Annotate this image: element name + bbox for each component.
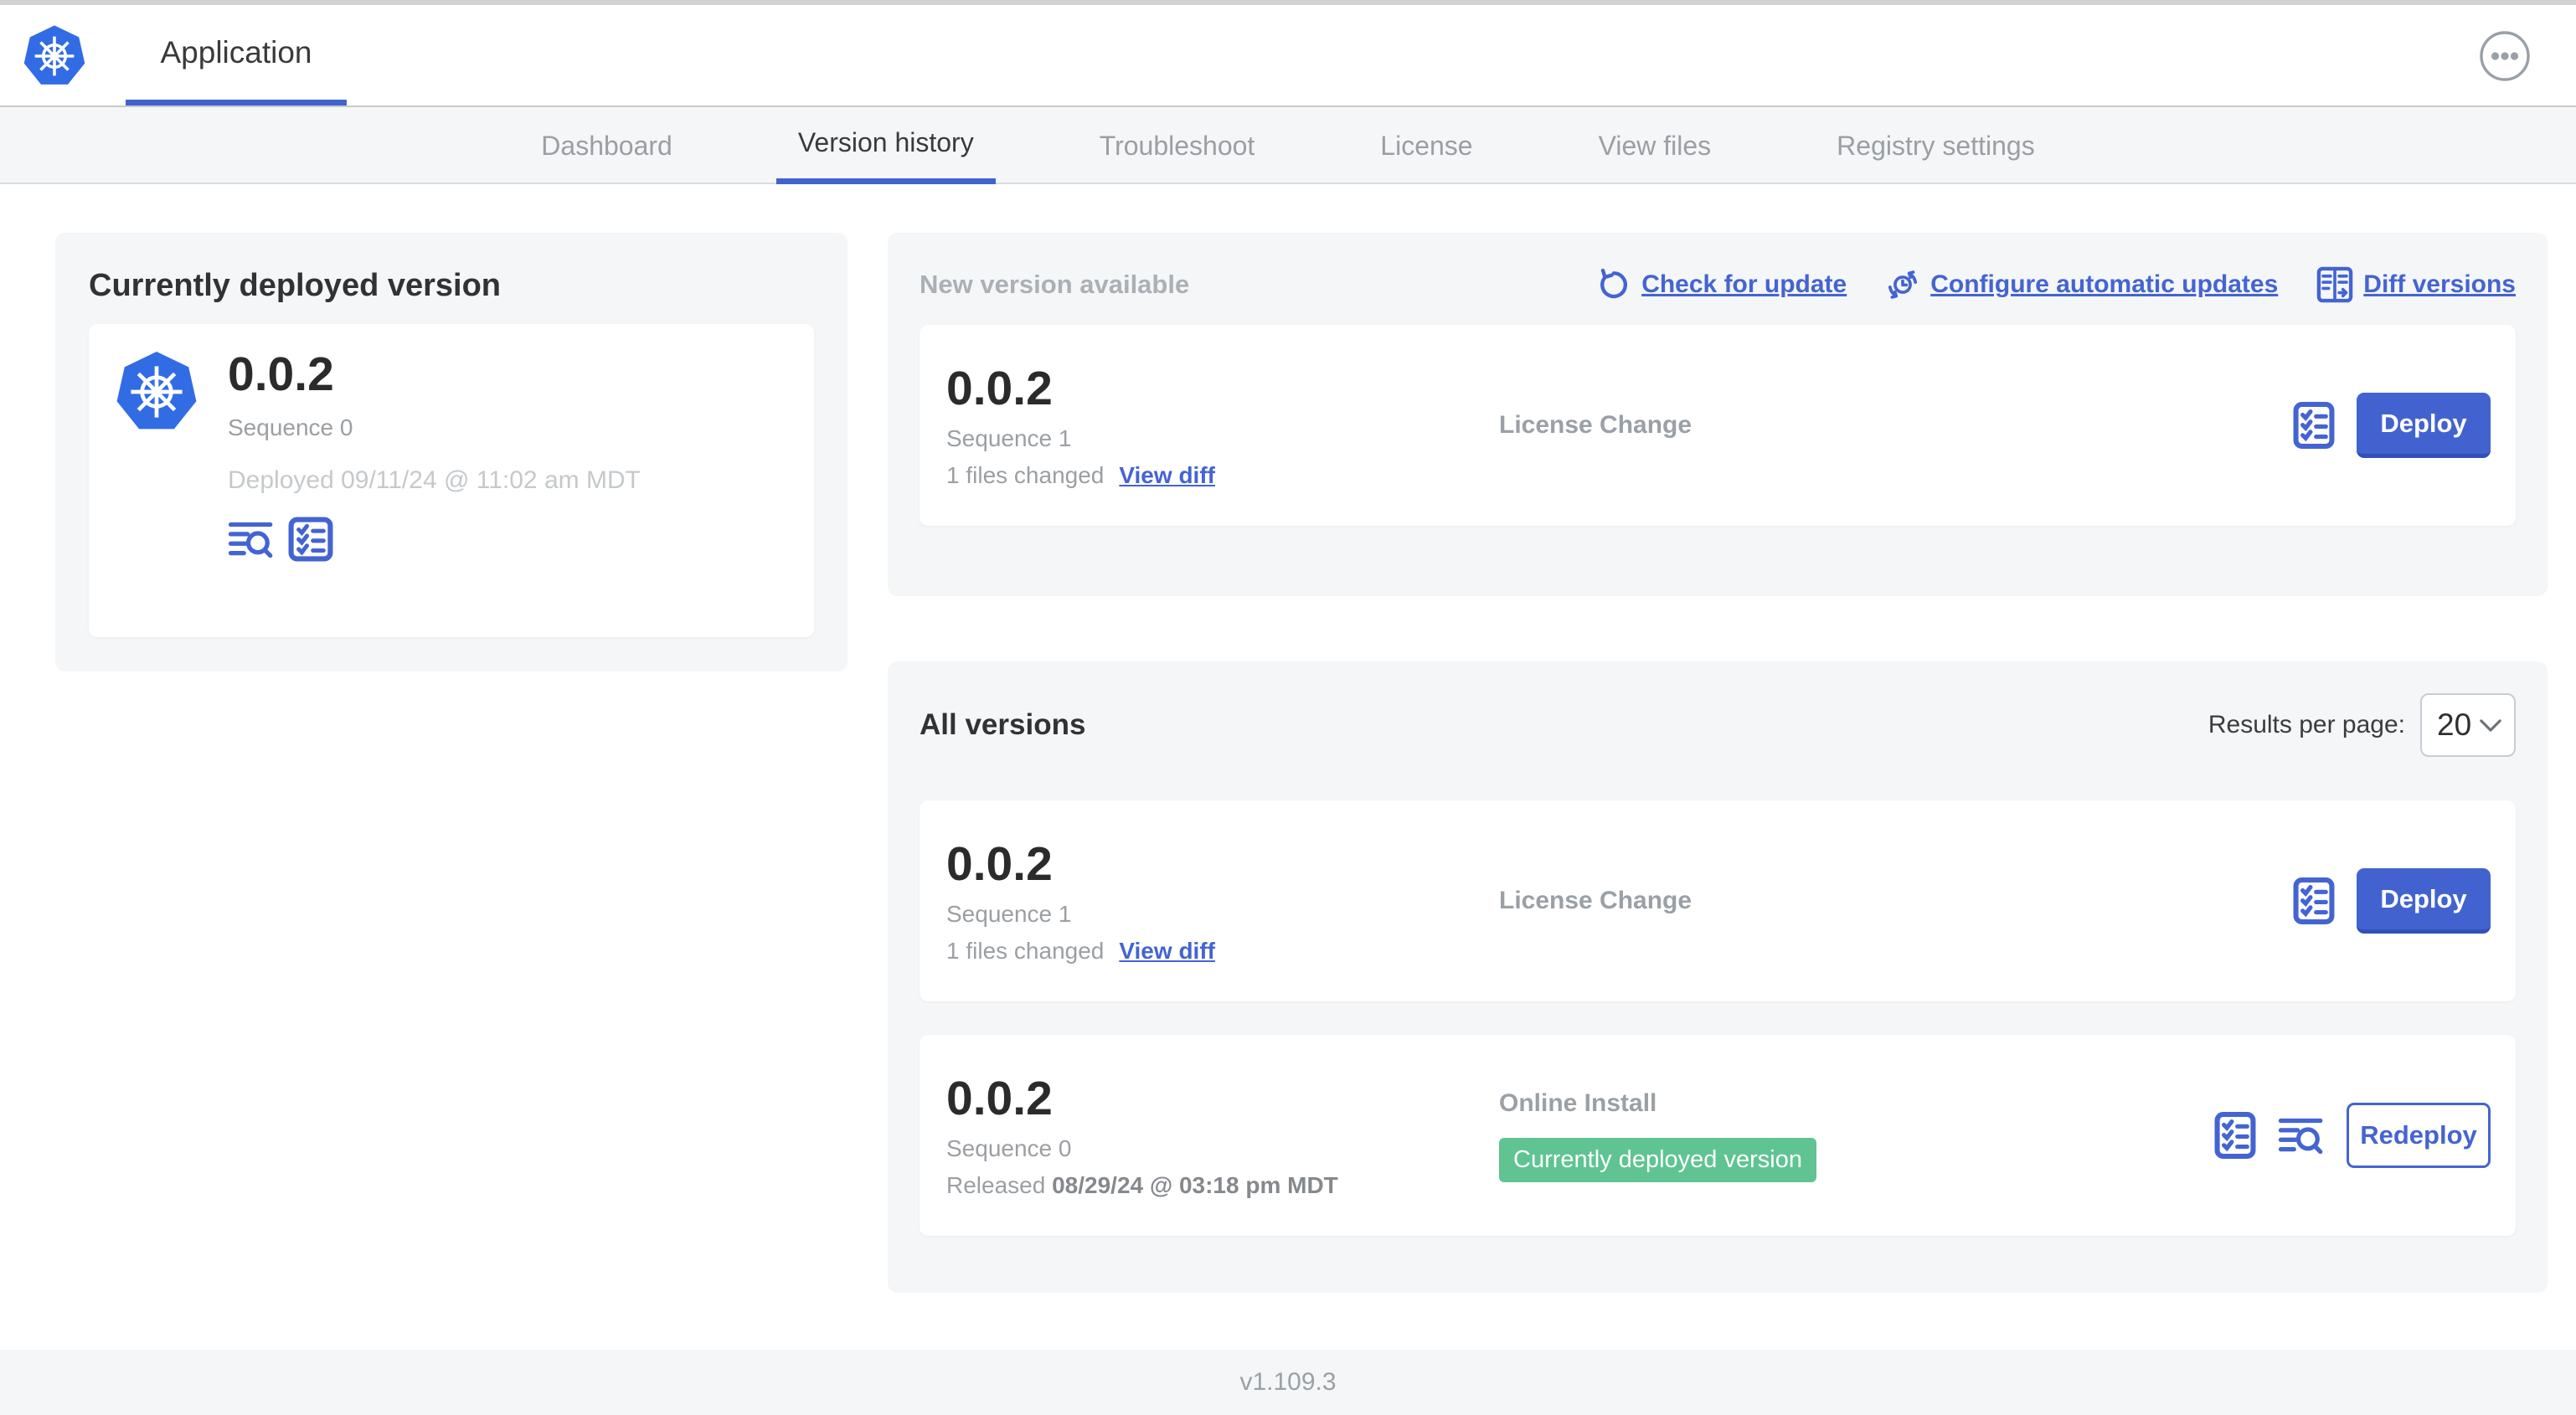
files-changed: 1 files changed <box>946 937 1105 964</box>
currently-deployed-title: Currently deployed version <box>89 268 502 303</box>
redeploy-button[interactable]: Redeploy <box>2347 1103 2491 1168</box>
version-number: 0.0.2 <box>946 1072 1053 1126</box>
app-header: Application <box>0 5 2576 107</box>
deployed-version-panel: 0.0.2 Sequence 0 Deployed 09/11/24 @ 11:… <box>89 324 814 637</box>
chevron-down-icon <box>2480 718 2501 732</box>
auto-update-clock-icon <box>1888 270 1918 299</box>
version-number: 0.0.2 <box>946 362 1053 416</box>
all-versions-card: All versions Results per page: 20 0.0.2 … <box>888 661 2548 1293</box>
tab-dashboard[interactable]: Dashboard <box>519 107 694 184</box>
version-source: Online Install <box>1499 1088 1657 1117</box>
checklist-icon[interactable] <box>2293 876 2335 926</box>
deploy-button[interactable]: Deploy <box>2357 868 2491 934</box>
ellipsis-menu-icon[interactable] <box>2479 30 2531 82</box>
version-sequence: Sequence 0 <box>946 1135 1072 1161</box>
logs-icon[interactable] <box>2278 1114 2325 1156</box>
view-diff-link[interactable]: View diff <box>1119 938 1215 965</box>
deployed-sequence: Sequence 0 <box>228 414 353 440</box>
released-timestamp: Released 08/29/24 @ 03:18 pm MDT <box>946 1171 1338 1198</box>
kubernetes-logo-icon <box>22 22 87 90</box>
results-per-page-label: Results per page: <box>2208 711 2405 738</box>
kubernetes-app-icon <box>114 347 199 436</box>
view-diff-link[interactable]: View diff <box>1119 462 1215 489</box>
checklist-icon[interactable] <box>2293 400 2335 450</box>
version-number: 0.0.2 <box>946 837 1053 892</box>
version-sequence: Sequence 1 <box>946 424 1072 451</box>
new-version-title: New version available <box>920 270 1190 299</box>
version-source: License Change <box>1499 411 1692 439</box>
tab-view-files[interactable]: View files <box>1577 107 1734 184</box>
version-row-sequence-1: 0.0.2 Sequence 1 1 files changed View di… <box>920 800 2516 1001</box>
checklist-icon[interactable] <box>288 517 333 562</box>
diff-icon <box>2317 266 2353 303</box>
logs-icon[interactable] <box>228 518 275 560</box>
deployed-timestamp: Deployed 09/11/24 @ 11:02 am MDT <box>228 466 641 494</box>
tab-version-history[interactable]: Version history <box>775 107 996 184</box>
configure-automatic-updates-link[interactable]: Configure automatic updates <box>1885 267 2278 302</box>
deployed-version-info: 0.0.2 Sequence 0 Deployed 09/11/24 @ 11:… <box>228 347 641 614</box>
app-tab-application[interactable]: Application <box>126 5 347 105</box>
new-version-card: New version available Check for update C… <box>888 233 2548 596</box>
currently-deployed-card: Currently deployed version 0.0.2 Sequenc… <box>55 233 848 671</box>
currently-deployed-badge: Currently deployed version <box>1499 1137 1816 1182</box>
new-version-row: 0.0.2 Sequence 1 1 files changed View di… <box>920 325 2516 526</box>
files-changed: 1 files changed <box>946 461 1105 488</box>
tab-registry-settings[interactable]: Registry settings <box>1815 107 2057 184</box>
results-per-page-select[interactable]: 20 <box>2420 693 2516 757</box>
check-for-update-link[interactable]: Check for update <box>1596 267 1847 302</box>
version-source: License Change <box>1499 887 1692 914</box>
app-subnav: Dashboard Version history Troubleshoot L… <box>0 107 2576 184</box>
deployed-version-number: 0.0.2 <box>228 347 334 401</box>
deploy-button[interactable]: Deploy <box>2357 393 2491 458</box>
refresh-icon <box>1600 268 1628 299</box>
all-versions-title: All versions <box>920 708 1086 741</box>
tab-license[interactable]: License <box>1358 107 1494 184</box>
tab-troubleshoot[interactable]: Troubleshoot <box>1078 107 1277 184</box>
diff-versions-link[interactable]: Diff versions <box>2316 266 2516 303</box>
version-sequence: Sequence 1 <box>946 900 1072 927</box>
checklist-icon[interactable] <box>2214 1110 2256 1160</box>
version-row-sequence-0: 0.0.2 Sequence 0 Released 08/29/24 @ 03:… <box>920 1035 2516 1236</box>
app-footer: v1.109.3 <box>0 1350 2576 1415</box>
console-version: v1.109.3 <box>1239 1368 1337 1396</box>
